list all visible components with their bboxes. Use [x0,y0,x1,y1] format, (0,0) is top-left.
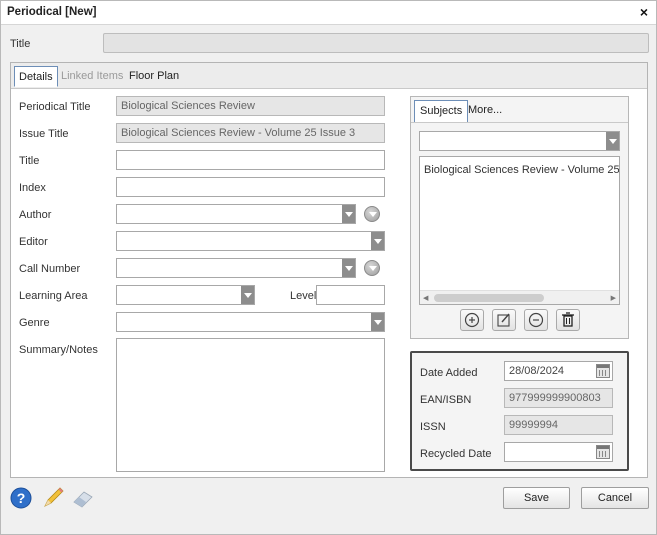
index-label: Index [19,182,46,194]
top-title-label: Title [10,38,31,50]
summary-notes-label: Summary/Notes [19,344,98,356]
list-item[interactable]: Biological Sciences Review - Volume 25 I… [424,164,619,176]
author-label: Author [19,209,52,221]
recycled-date-label: Recycled Date [420,448,492,460]
horizontal-scrollbar[interactable]: ◀ ▶ [420,290,619,304]
periodical-title-field[interactable]: Biological Sciences Review [116,96,385,116]
date-added-label: Date Added [420,367,478,379]
tab-linked-items[interactable]: Linked Items [57,66,127,87]
tab-subjects[interactable]: Subjects [414,100,469,122]
pencil-icon[interactable] [41,486,65,510]
remove-subject-button[interactable] [524,309,548,331]
scroll-right-icon[interactable]: ▶ [611,294,616,302]
sub-tab-divider [411,122,628,123]
info-panel: Date Added EAN/ISBN ISSN Recycled Date 2… [410,351,629,471]
author-dropdown[interactable] [116,204,356,224]
index-field[interactable] [116,177,385,197]
editor-dropdown[interactable] [116,231,385,251]
calendar-icon[interactable] [596,445,610,459]
edit-subject-button[interactable] [492,309,516,331]
delete-subject-button[interactable] [556,309,580,331]
date-added-field[interactable]: 28/08/2024 [504,361,613,381]
eraser-icon[interactable] [71,488,95,508]
issue-title-label: Issue Title [19,128,69,140]
learning-area-dropdown[interactable] [116,285,255,305]
periodical-title-label: Periodical Title [19,101,91,113]
subjects-list[interactable]: Biological Sciences Review - Volume 25 I… [419,156,620,305]
save-button[interactable]: Save [503,487,570,509]
chevron-down-icon[interactable] [371,313,384,331]
tab-floor-plan[interactable]: Floor Plan [125,66,183,87]
tab-details[interactable]: Details [14,66,58,87]
call-number-dropdown[interactable] [116,258,356,278]
title-field[interactable] [116,150,385,170]
chevron-down-icon[interactable] [342,259,355,277]
genre-label: Genre [19,317,50,329]
issn-label: ISSN [420,421,446,433]
add-subject-button[interactable] [460,309,484,331]
editor-label: Editor [19,236,48,248]
learning-area-label: Learning Area [19,290,88,302]
chevron-down-icon[interactable] [371,232,384,250]
genre-dropdown[interactable] [116,312,385,332]
calendar-icon[interactable] [596,364,610,378]
remove-icon [528,312,544,328]
author-expand-icon[interactable] [364,206,380,222]
help-icon[interactable]: ? [10,487,32,509]
summary-notes-textarea[interactable] [116,338,385,472]
chevron-down-icon[interactable] [606,132,619,150]
ean-isbn-field[interactable]: 977999999900803 [504,388,613,408]
window-title: Periodical [New] [7,6,97,18]
periodical-dialog: Periodical [New] × Title Details Linked … [0,0,657,535]
issn-field[interactable]: 99999994 [504,415,613,435]
scrollbar-thumb[interactable] [434,294,544,302]
issue-title-field[interactable]: Biological Sciences Review - Volume 25 I… [116,123,385,143]
title-bar: Periodical [New] × [1,1,656,25]
add-icon [464,312,480,328]
subjects-panel: Subjects More... Biological Sciences Rev… [410,96,629,339]
cancel-button[interactable]: Cancel [581,487,649,509]
tab-more[interactable]: More... [463,100,507,122]
ean-isbn-label: EAN/ISBN [420,394,472,406]
chevron-down-icon[interactable] [241,286,254,304]
level-field[interactable] [316,285,385,305]
chevron-down-icon[interactable] [342,205,355,223]
level-label: Level [290,290,317,302]
date-added-value: 28/08/2024 [509,365,565,377]
subject-dropdown[interactable] [419,131,620,151]
delete-icon [562,312,574,327]
edit-icon [497,313,510,327]
title-label: Title [19,155,40,167]
call-number-label: Call Number [19,263,81,275]
recycled-date-field[interactable] [504,442,613,462]
call-number-expand-icon[interactable] [364,260,380,276]
top-title-field[interactable] [103,33,649,53]
svg-text:?: ? [17,490,26,506]
tab-strip: Details Linked Items Floor Plan [11,63,647,89]
close-icon[interactable]: × [640,4,648,20]
scroll-left-icon[interactable]: ◀ [423,294,428,302]
